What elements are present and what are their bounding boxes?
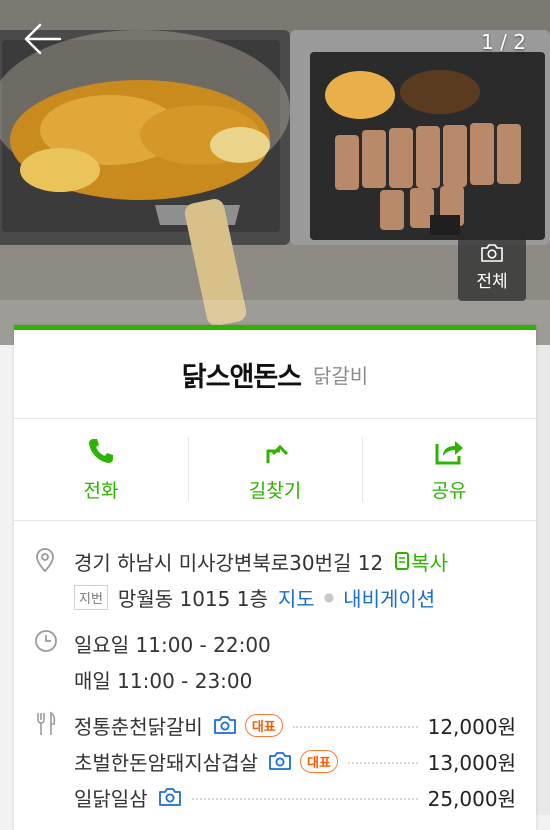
menu-item-name: 일닭일삼 — [74, 786, 148, 811]
share-icon — [435, 441, 463, 465]
copy-address-button[interactable]: 복사 — [393, 547, 448, 576]
navigation-link[interactable]: 내비게이션 — [343, 583, 435, 612]
directions-label: 길찾기 — [248, 480, 302, 502]
share-label: 공유 — [431, 480, 467, 502]
copy-label: 복사 — [411, 550, 448, 575]
separator-dot: ● — [323, 590, 335, 604]
map-link[interactable]: 지도 — [278, 583, 315, 612]
menu-photo-icon[interactable] — [213, 715, 237, 735]
menu-item-price: 13,000원 — [427, 750, 516, 775]
camera-icon — [158, 788, 181, 806]
hours-row: 일요일 11:00 - 22:00 매일 11:00 - 23:00 — [14, 625, 536, 697]
place-info-card: 닭스앤돈스 닭갈비 전화 길찾기 공유 경기 하남시 미사강변북로30번길 12… — [14, 325, 536, 830]
road-address: 경기 하남시 미사강변북로30번길 12 — [74, 550, 384, 575]
menu-photo-icon[interactable] — [158, 787, 182, 807]
menu-item-price: 25,000원 — [427, 786, 516, 811]
back-button[interactable] — [22, 22, 70, 62]
menu-item[interactable]: 초벌한돈암돼지삼겹살 대표 13,000원 — [74, 743, 536, 779]
jibun-address: 망월동 1015 1층 — [117, 586, 268, 611]
camera-icon — [213, 716, 236, 734]
call-button[interactable]: 전화 — [14, 419, 188, 520]
back-arrow-icon — [24, 23, 62, 55]
directions-button[interactable]: 길찾기 — [188, 419, 362, 520]
representative-badge: 대표 — [300, 749, 338, 773]
menu-item-name: 정통춘천닭갈비 — [74, 714, 203, 739]
phone-icon — [89, 439, 113, 463]
directions-icon — [266, 444, 289, 463]
title-row: 닭스앤돈스 닭갈비 — [14, 330, 536, 419]
camera-icon — [481, 243, 503, 262]
hero-photo[interactable]: 1 / 2 전체 — [0, 0, 550, 345]
leader-dots — [191, 798, 418, 800]
location-pin-icon — [36, 548, 54, 573]
menu-item-price: 12,000원 — [427, 714, 516, 739]
menu-row: 정통춘천닭갈비 대표 12,000원 초벌한돈암돼지삼겹살 대표 13,000원… — [14, 707, 536, 815]
camera-icon — [269, 752, 291, 770]
address-row: 경기 하남시 미사강변북로30번길 12 복사 지번 망월동 1015 1층 지… — [14, 543, 536, 615]
share-button[interactable]: 공유 — [362, 419, 536, 520]
store-name: 닭스앤돈스 — [181, 361, 302, 393]
info-section: 경기 하남시 미사강변북로30번길 12 복사 지번 망월동 1015 1층 지… — [14, 521, 536, 815]
clock-icon — [35, 630, 57, 652]
hours-line-2: 매일 11:00 - 23:00 — [74, 668, 253, 693]
menu-item[interactable]: 일닭일삼 25,000원 — [74, 779, 536, 815]
all-photos-label: 전체 — [476, 271, 508, 292]
hours-line-1: 일요일 11:00 - 22:00 — [74, 632, 271, 657]
road-address-line: 경기 하남시 미사강변북로30번길 12 복사 — [74, 543, 536, 579]
menu-photo-icon[interactable] — [268, 751, 292, 771]
representative-badge: 대표 — [244, 713, 283, 737]
jibun-address-line: 지번 망월동 1015 1층 지도 ● 내비게이션 — [74, 579, 536, 615]
copy-icon — [395, 552, 410, 570]
menu-item[interactable]: 정통춘천닭갈비 대표 12,000원 — [74, 707, 536, 743]
store-category: 닭갈비 — [313, 363, 369, 388]
right-edge — [536, 345, 550, 815]
photo-page-counter: 1 / 2 — [481, 30, 526, 54]
call-label: 전화 — [83, 480, 119, 502]
fork-knife-icon — [37, 711, 56, 735]
jibun-tag: 지번 — [74, 584, 108, 610]
leader-dots — [347, 762, 418, 764]
action-bar: 전화 길찾기 공유 — [14, 419, 536, 521]
menu-item-name: 초벌한돈암돼지삼겹살 — [74, 750, 258, 775]
leader-dots — [292, 726, 418, 728]
all-photos-button[interactable]: 전체 — [458, 233, 526, 301]
